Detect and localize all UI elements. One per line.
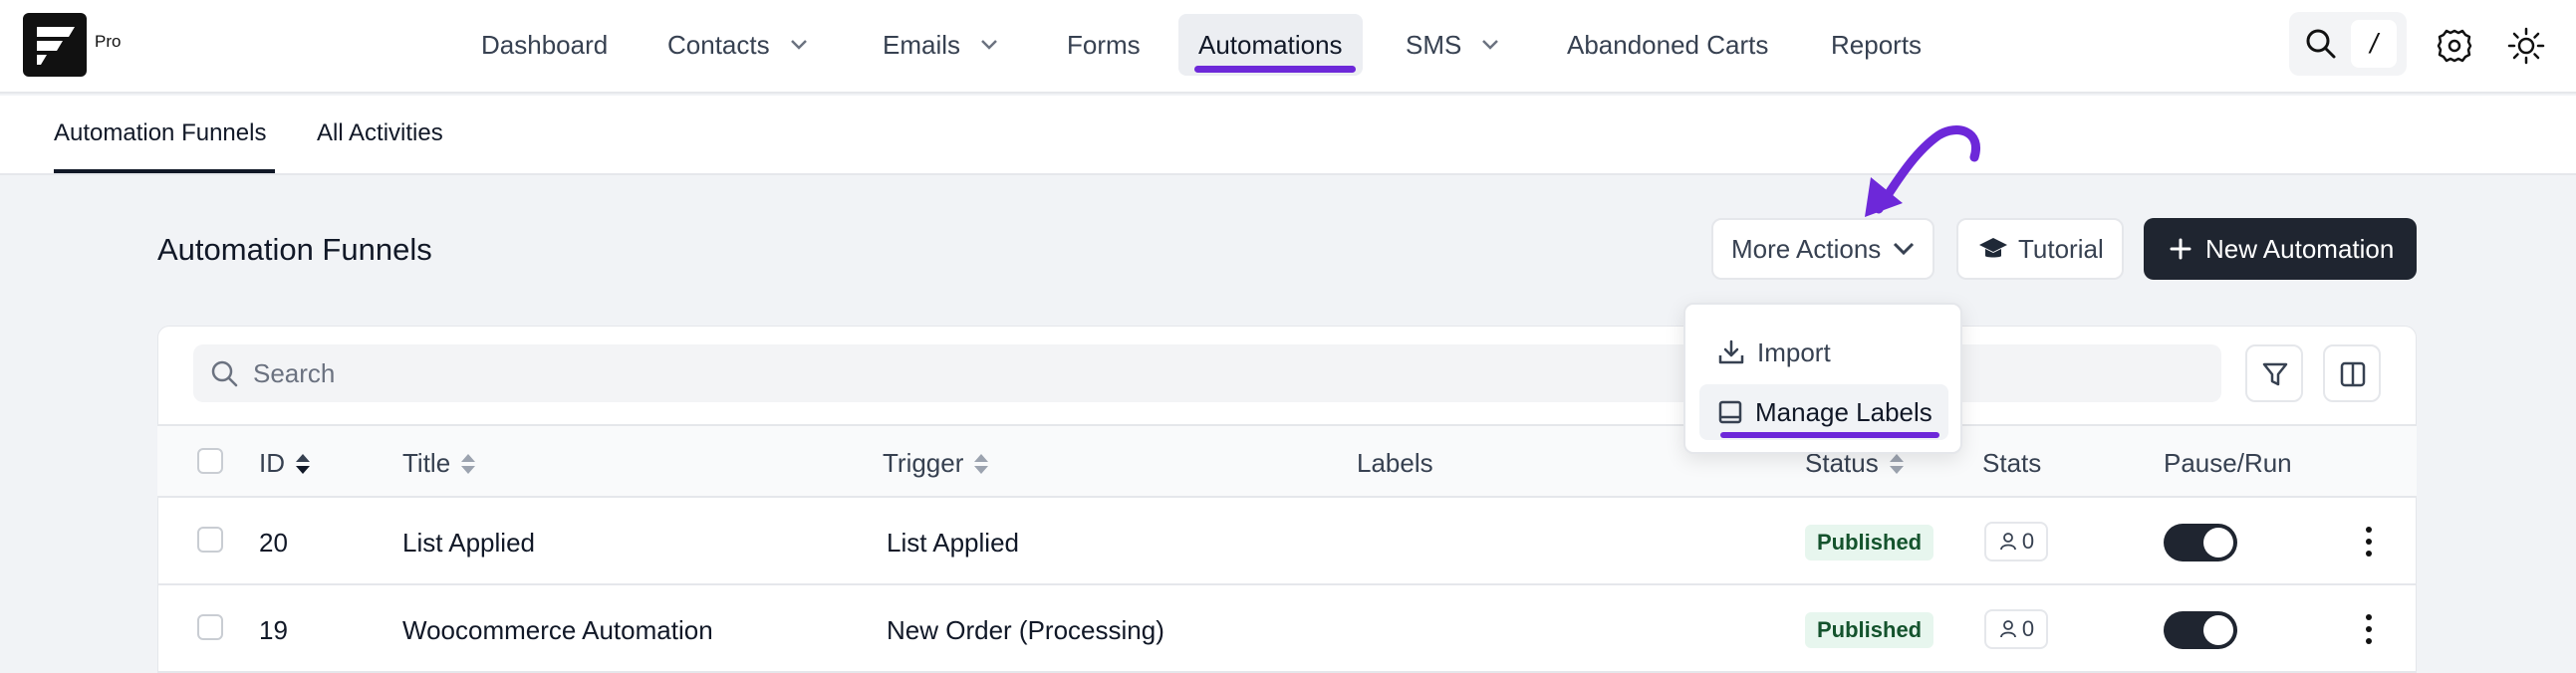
automation-title[interactable]: List Applied bbox=[402, 528, 535, 559]
top-navigation-bar: Pro Dashboard Contacts Emails Forms Auto… bbox=[0, 0, 2576, 94]
column-header-stats: Stats bbox=[1982, 448, 2041, 479]
search-icon bbox=[2306, 29, 2336, 59]
row-checkbox[interactable] bbox=[197, 527, 223, 553]
nav-abandoned-carts[interactable]: Abandoned Carts bbox=[1547, 14, 1788, 76]
user-icon bbox=[1999, 533, 2016, 551]
import-icon bbox=[1718, 339, 1744, 364]
automation-trigger: New Order (Processing) bbox=[887, 615, 1164, 645]
filter-icon bbox=[2262, 362, 2288, 386]
automation-trigger: List Applied bbox=[887, 528, 1019, 558]
tab-automation-funnels[interactable]: Automation Funnels bbox=[54, 119, 266, 147]
menu-item-import[interactable]: Import bbox=[1699, 325, 1948, 380]
nav-label: Dashboard bbox=[481, 29, 609, 60]
nav-contacts[interactable]: Contacts bbox=[647, 14, 828, 76]
sort-icon bbox=[974, 453, 989, 474]
sub-tab-bar: Automation Funnels All Activities bbox=[0, 96, 2576, 175]
column-header-pause-run: Pause/Run bbox=[2164, 448, 2292, 479]
chevron-down-icon bbox=[790, 40, 807, 50]
nav-emails[interactable]: Emails bbox=[863, 14, 1018, 76]
column-header-trigger[interactable]: Trigger bbox=[883, 448, 989, 479]
column-label: Title bbox=[402, 448, 451, 478]
menu-item-label: Manage Labels bbox=[1755, 396, 1932, 427]
chevron-down-icon bbox=[981, 40, 997, 50]
global-search-button[interactable]: / bbox=[2289, 12, 2407, 76]
status-badge: Published bbox=[1805, 612, 1934, 648]
column-label: Labels bbox=[1357, 448, 1433, 478]
page-title: Automation Funnels bbox=[157, 232, 432, 267]
row-checkbox[interactable] bbox=[197, 614, 223, 640]
nav-label: Automations bbox=[1198, 29, 1343, 60]
columns-icon bbox=[2340, 361, 2366, 387]
nav-label: SMS bbox=[1406, 29, 1462, 60]
table-row[interactable]: 20 List Applied List Applied Published 0 bbox=[157, 498, 2417, 585]
new-automation-button[interactable]: New Automation bbox=[2144, 218, 2417, 280]
graduation-cap-icon bbox=[1979, 238, 2007, 258]
settings-icon[interactable] bbox=[2433, 24, 2476, 68]
new-automation-label: New Automation bbox=[2205, 233, 2395, 264]
highlight-underline bbox=[1720, 432, 1939, 438]
nav-dashboard[interactable]: Dashboard bbox=[461, 14, 628, 76]
automation-title[interactable]: Woocommerce Automation bbox=[402, 615, 713, 646]
automation-id: 19 bbox=[259, 615, 288, 645]
nav-label: Contacts bbox=[667, 29, 770, 60]
nav-label: Emails bbox=[883, 29, 961, 60]
nav-label: Reports bbox=[1831, 29, 1923, 60]
table-row[interactable]: 19 Woocommerce Automation New Order (Pro… bbox=[157, 585, 2417, 673]
user-icon bbox=[1999, 620, 2016, 638]
columns-toggle-button[interactable] bbox=[2323, 344, 2381, 402]
more-options-icon[interactable] bbox=[2359, 524, 2379, 560]
tab-all-activities[interactable]: All Activities bbox=[317, 119, 443, 147]
more-options-icon[interactable] bbox=[2359, 611, 2379, 647]
sort-icon bbox=[296, 453, 310, 474]
select-all-checkbox[interactable] bbox=[197, 448, 223, 474]
sort-icon bbox=[461, 453, 476, 474]
nav-label: Forms bbox=[1067, 29, 1141, 60]
column-header-id[interactable]: ID bbox=[259, 448, 311, 479]
fluentcrm-logo-icon[interactable] bbox=[23, 13, 87, 77]
plus-icon bbox=[2170, 238, 2191, 260]
search-shortcut-key: / bbox=[2351, 20, 2397, 68]
active-nav-underline bbox=[1194, 66, 1356, 73]
edition-label: Pro bbox=[95, 32, 122, 51]
active-tab-underline bbox=[54, 169, 275, 173]
automation-id: 20 bbox=[259, 528, 288, 558]
nav-reports[interactable]: Reports bbox=[1811, 14, 1941, 76]
sort-icon bbox=[1889, 453, 1904, 474]
nav-forms[interactable]: Forms bbox=[1047, 14, 1160, 76]
nav-label: Abandoned Carts bbox=[1567, 29, 1769, 60]
column-label: Trigger bbox=[883, 448, 964, 478]
stats-chip[interactable]: 0 bbox=[1984, 522, 2048, 561]
pause-run-toggle[interactable] bbox=[2164, 524, 2237, 561]
status-badge: Published bbox=[1805, 525, 1934, 561]
theme-toggle-icon[interactable] bbox=[2504, 24, 2548, 68]
table-header: ID Title Trigger Labels Status Stats Pau… bbox=[157, 424, 2417, 498]
tutorial-button[interactable]: Tutorial bbox=[1956, 218, 2124, 280]
column-label: Pause/Run bbox=[2164, 448, 2292, 478]
column-label: ID bbox=[259, 448, 285, 478]
chevron-down-icon bbox=[1894, 242, 1915, 256]
column-header-title[interactable]: Title bbox=[402, 448, 476, 479]
stats-count: 0 bbox=[2021, 616, 2035, 641]
more-actions-button[interactable]: More Actions bbox=[1711, 218, 1934, 280]
pause-run-toggle[interactable] bbox=[2164, 611, 2237, 649]
filter-button[interactable] bbox=[2245, 344, 2303, 402]
column-header-labels: Labels bbox=[1357, 448, 1433, 479]
label-icon bbox=[1718, 400, 1742, 424]
tutorial-label: Tutorial bbox=[2018, 233, 2104, 264]
nav-sms[interactable]: SMS bbox=[1386, 14, 1519, 76]
more-actions-label: More Actions bbox=[1731, 233, 1882, 264]
stats-count: 0 bbox=[2021, 529, 2035, 554]
search-icon bbox=[211, 360, 238, 387]
column-label: Stats bbox=[1982, 448, 2042, 478]
chevron-down-icon bbox=[1482, 40, 1499, 50]
annotation-arrow-icon bbox=[1865, 125, 1980, 217]
stats-chip[interactable]: 0 bbox=[1984, 609, 2048, 649]
menu-item-label: Import bbox=[1757, 336, 1831, 367]
